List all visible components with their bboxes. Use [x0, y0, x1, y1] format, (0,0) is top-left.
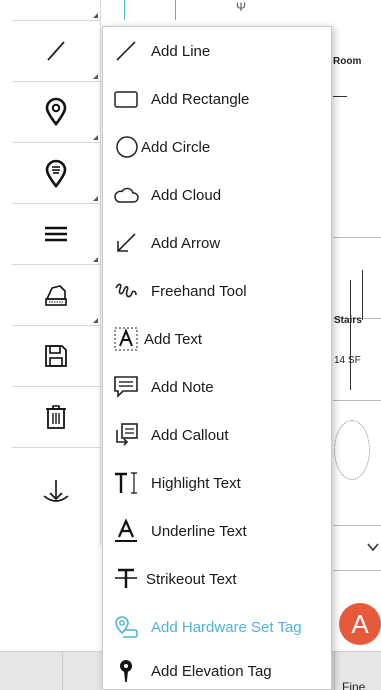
menu-tool-button[interactable]	[12, 203, 100, 264]
menu-item-highlight-text[interactable]: Highlight Text	[103, 459, 331, 507]
canvas-line	[350, 280, 351, 390]
freehand-icon	[112, 277, 140, 305]
menu-item-freehand-tool[interactable]: Freehand Tool	[103, 267, 331, 315]
rectangle-icon	[112, 85, 140, 113]
menu-item-label: Highlight Text	[151, 474, 241, 492]
menu-item-add-hardware-set-tag[interactable]: Add Hardware Set Tag	[103, 603, 331, 651]
cloud-icon	[112, 181, 140, 209]
tag-pin-tool-button[interactable]	[12, 142, 100, 203]
canvas-line	[333, 525, 381, 526]
canvas-area-label: 14 SF	[334, 355, 361, 366]
arrow-icon	[112, 229, 140, 257]
canvas-hatch-area	[334, 420, 370, 480]
note-icon	[112, 373, 140, 401]
tool-rail	[12, 0, 100, 580]
menu-item-label: Strikeout Text	[146, 570, 237, 588]
menu-item-add-cloud[interactable]: Add Cloud	[103, 171, 331, 219]
menu-item-add-text[interactable]: Add Text	[103, 315, 331, 363]
menu-item-label: Add Circle	[141, 138, 211, 156]
menu-item-underline-text[interactable]: Underline Text	[103, 507, 331, 555]
menu-item-add-elevation-tag[interactable]: Add Elevation Tag	[103, 651, 331, 690]
canvas-room-label: Room	[333, 56, 362, 67]
menu-item-label: Add Cloud	[151, 186, 222, 204]
menu-item-label: Add Elevation Tag	[151, 662, 272, 680]
location-pin-icon	[45, 97, 67, 127]
canvas-fixture-mark: Ψ	[236, 0, 247, 14]
highlight-text-icon	[112, 469, 140, 497]
menu-item-add-circle[interactable]: Add Circle	[103, 123, 331, 171]
menu-item-label: Add Callout	[151, 426, 229, 444]
canvas-line	[333, 570, 381, 571]
canvas-line	[333, 400, 381, 401]
strikeout-icon	[112, 565, 140, 593]
trash-icon	[46, 405, 66, 429]
hamburger-icon	[45, 226, 67, 242]
menu-item-label: Underline Text	[151, 522, 247, 540]
avatar[interactable]: A	[339, 603, 381, 645]
save-icon	[45, 345, 67, 367]
menu-item-add-note[interactable]: Add Note	[103, 363, 331, 411]
fine-tab-label[interactable]: Fine	[342, 680, 365, 690]
menu-item-label: Freehand Tool	[151, 282, 247, 300]
menu-item-label: Add Line	[151, 42, 211, 60]
delete-tool-button[interactable]	[12, 386, 100, 447]
stamp-tool-button[interactable]	[12, 264, 100, 325]
canvas-line	[333, 96, 347, 97]
menu-item-add-line[interactable]: Add Line	[103, 27, 331, 75]
canvas-line	[362, 270, 363, 320]
pin-tool-button[interactable]	[12, 81, 100, 142]
list-pin-icon	[45, 159, 67, 189]
menu-item-label: Add Arrow	[151, 234, 221, 252]
hardware-tag-icon	[112, 613, 140, 641]
rail-top-stub	[12, 0, 100, 20]
markup-tool-menu: Add Line Add Rectangle Add Circle Add Cl…	[102, 26, 332, 690]
line-tool-button[interactable]	[12, 20, 100, 81]
text-box-icon	[112, 325, 140, 353]
canvas-line	[333, 237, 381, 238]
download-tool-button[interactable]	[12, 447, 100, 545]
chevron-down-icon[interactable]	[366, 540, 380, 554]
menu-item-label: Add Hardware Set Tag	[151, 618, 302, 636]
canvas-line	[124, 0, 125, 20]
rail-divider	[100, 0, 101, 545]
canvas-line	[175, 0, 176, 20]
menu-item-add-rectangle[interactable]: Add Rectangle	[103, 75, 331, 123]
menu-item-label: Add Rectangle	[151, 90, 250, 108]
menu-item-label: Add Text	[144, 330, 203, 348]
menu-item-add-arrow[interactable]: Add Arrow	[103, 219, 331, 267]
menu-item-strikeout-text[interactable]: Strikeout Text	[103, 555, 331, 603]
elevation-pin-icon	[112, 657, 140, 685]
download-icon	[43, 480, 69, 502]
menu-item-label: Add Note	[151, 378, 214, 396]
canvas-stairs-label: Stairs	[334, 315, 362, 326]
underline-icon	[112, 517, 140, 545]
line-icon	[112, 37, 140, 65]
menu-item-add-callout[interactable]: Add Callout	[103, 411, 331, 459]
save-tool-button[interactable]	[12, 325, 100, 386]
stamp-icon	[45, 285, 67, 306]
circle-icon	[112, 133, 140, 161]
line-icon	[47, 41, 65, 61]
callout-icon	[112, 421, 140, 449]
